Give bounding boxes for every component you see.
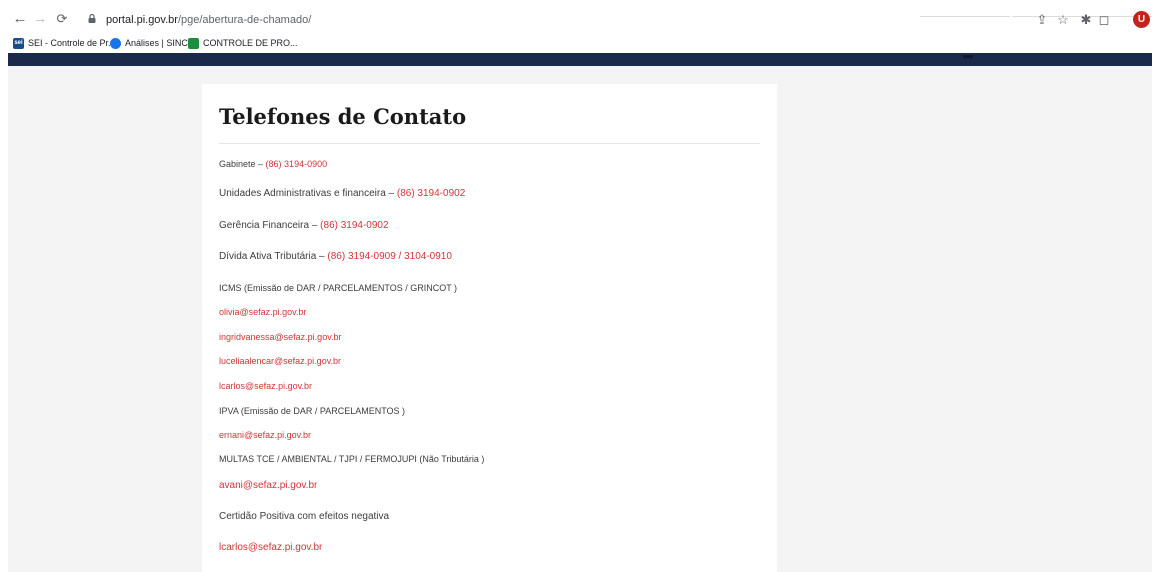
multas-email-link[interactable]: avani@sefaz.pi.gov.br <box>219 478 317 494</box>
ipva-email-link[interactable]: ernani@sefaz.pi.gov.br <box>219 428 311 442</box>
bookmark-label: SEI - Controle de Pr... <box>28 38 116 48</box>
bookmark-star-icon[interactable]: ☆ <box>1055 12 1071 28</box>
browser-chrome: ← → ⟳ portal.pi.gov.br/pge/abertura-de-c… <box>0 0 1152 53</box>
sei-icon: sei <box>13 38 24 50</box>
url-host: portal.pi.gov.br <box>106 14 178 26</box>
bookmarks-bar: sei SEI - Controle de Pr... Análises | SI… <box>0 34 1152 52</box>
bookmark-label: Análises | SINCIN <box>125 38 197 48</box>
multas-heading: MULTAS TCE / AMBIENTAL / TJPI / FERMOJUP… <box>219 454 485 464</box>
certidao-heading: Certidão Positiva com efeitos negativa <box>219 511 390 522</box>
gabinete-line: Gabinete – (86) 3194-0900 <box>219 157 327 171</box>
icms-email-link[interactable]: lcarlos@sefaz.pi.gov.br <box>219 379 312 393</box>
side-panel-icon[interactable]: ◻ <box>1096 12 1112 28</box>
unidades-label: Unidades Administrativas e financeira – <box>219 188 397 199</box>
forward-arrow-icon[interactable]: → <box>30 10 50 28</box>
back-arrow-icon[interactable]: ← <box>10 10 30 28</box>
icms-email-link[interactable]: luceliaalencar@sefaz.pi.gov.br <box>219 354 341 368</box>
unidades-phone-link[interactable]: (86) 3194-0902 <box>397 188 465 199</box>
bookmark-sei[interactable]: sei SEI - Controle de Pr... <box>13 36 116 50</box>
address-row: ← → ⟳ portal.pi.gov.br/pge/abertura-de-c… <box>0 8 1152 32</box>
profile-avatar[interactable]: U <box>1133 11 1150 28</box>
url-text[interactable]: portal.pi.gov.br/pge/abertura-de-chamado… <box>106 12 311 28</box>
icms-email-link[interactable]: olivia@sefaz.pi.gov.br <box>219 305 307 319</box>
divida-phone-link[interactable]: (86) 3194-0909 / 3104-0910 <box>327 251 452 262</box>
unidades-line: Unidades Administrativas e financeira – … <box>219 186 465 202</box>
spreadsheet-icon <box>188 38 199 50</box>
viewport-left-edge <box>0 53 8 572</box>
ipva-heading: IPVA (Emissão de DAR / PARCELAMENTOS ) <box>219 406 406 416</box>
url-path: /pge/abertura-de-chamado/ <box>177 14 312 26</box>
contact-card: Telefones de Contato Gabinete – (86) 319… <box>202 84 777 572</box>
icms-email-link[interactable]: ingridvanessa@sefaz.pi.gov.br <box>219 330 342 344</box>
header-menu-icon[interactable] <box>963 55 973 58</box>
certidao-email-link[interactable]: lcarlos@sefaz.pi.gov.br <box>219 540 322 556</box>
extensions-puzzle-icon[interactable]: ✱ <box>1078 12 1094 28</box>
gerencia-phone-link[interactable]: (86) 3194-0902 <box>320 220 388 231</box>
site-header <box>0 53 1152 66</box>
gabinete-phone-link[interactable]: (86) 3194-0900 <box>266 159 328 169</box>
bookmark-label: CONTROLE DE PRO... <box>203 38 298 48</box>
divida-label: Dívida Ativa Tributária – <box>219 251 328 262</box>
gerencia-label: Gerência Financeira – <box>219 220 321 231</box>
icms-heading: ICMS (Emissão de DAR / PARCELAMENTOS / G… <box>219 283 458 293</box>
bookmark-controle[interactable]: CONTROLE DE PRO... <box>188 36 298 50</box>
divida-line: Dívida Ativa Tributária – (86) 3194-0909… <box>219 249 452 265</box>
share-icon[interactable]: ⇪ <box>1034 12 1050 28</box>
page-title: Telefones de Contato <box>219 104 467 129</box>
gerencia-line: Gerência Financeira – (86) 3194-0902 <box>219 218 389 234</box>
site-header-band <box>8 53 1152 66</box>
address-bar[interactable]: portal.pi.gov.br/pge/abertura-de-chamado… <box>80 8 920 32</box>
lock-icon <box>88 14 96 23</box>
reload-icon[interactable]: ⟳ <box>52 10 72 28</box>
title-divider <box>219 143 760 144</box>
bookmark-analises[interactable]: Análises | SINCIN <box>110 36 197 50</box>
gabinete-label: Gabinete – <box>219 159 266 169</box>
tab-strip-divider <box>920 16 1010 17</box>
shield-icon <box>110 38 121 50</box>
